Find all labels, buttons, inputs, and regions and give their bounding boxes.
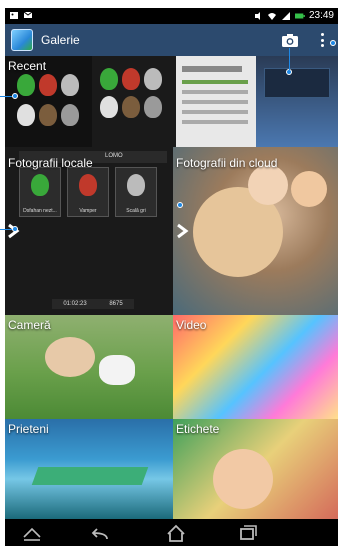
tile-label-recent: Recent (8, 59, 47, 73)
gallery-app-icon[interactable] (11, 29, 33, 51)
clock: 23:49 (308, 10, 334, 21)
wifi-icon (267, 12, 276, 20)
status-bar: 23:49 (5, 8, 338, 24)
tile-label-video: Video (176, 318, 207, 332)
tile-local-photos[interactable]: LOMO Dsfahan nezt... Vamper Scală gri 01… (5, 147, 173, 315)
person-face (291, 171, 327, 207)
thumb-card: Dsfahan nezt... (19, 167, 61, 217)
annotation-line (0, 96, 12, 97)
tile-label-friends: Prieteni (8, 422, 49, 436)
home-icon[interactable] (165, 523, 187, 543)
tile-label-tags: Etichete (176, 422, 220, 436)
thumb-card: Scală gri (115, 167, 157, 217)
tile-camera[interactable]: Cameră (5, 315, 173, 419)
battery-icon (294, 13, 305, 18)
chevron-right-icon (177, 223, 189, 239)
app-title: Galerie (41, 33, 80, 47)
navigation-bar (5, 519, 338, 546)
signal-icon (281, 11, 290, 20)
tile-friends[interactable]: Prieteni (5, 419, 173, 519)
video-duration: 01:02:23 (63, 301, 87, 307)
tile-label-local-photos: Fotografii locale (8, 156, 93, 170)
recent-apps-icon[interactable] (236, 523, 258, 543)
recent-screenshot-2 (92, 56, 176, 147)
puppy-photo (99, 355, 135, 385)
annotation-dot (12, 226, 18, 232)
tile-label-cloud-photos: Fotografii din cloud (176, 156, 278, 170)
camera-icon[interactable] (281, 31, 299, 49)
annotation-line (289, 48, 290, 70)
tile-cloud-photos[interactable]: Fotografii din cloud (173, 147, 338, 315)
photo-count: 8675 (109, 301, 123, 307)
mute-icon (254, 11, 260, 20)
local-counts: 01:02:23 8675 (52, 299, 134, 309)
recent-screenshot-4 (256, 56, 338, 147)
home-collapse-icon[interactable] (21, 523, 43, 543)
child-photo (45, 337, 95, 377)
annotation-line (0, 229, 12, 230)
more-vertical-icon[interactable] (317, 31, 327, 49)
mail-icon (23, 11, 33, 18)
local-thumbs: Dsfahan nezt... Vamper Scală gri (19, 167, 169, 217)
girl-photo (213, 449, 273, 509)
lomo-label: LOMO (105, 153, 123, 159)
back-icon[interactable] (91, 523, 113, 543)
tile-tags[interactable]: Etichete (173, 419, 338, 519)
annotation-dot (177, 202, 183, 208)
annotation-dot (330, 40, 336, 46)
pier-photo (31, 467, 149, 485)
person-face (248, 165, 288, 205)
tile-video[interactable]: Video (173, 315, 338, 419)
annotation-dot (12, 93, 18, 99)
tile-label-camera: Cameră (8, 318, 51, 332)
thumb-card: Vamper (67, 167, 109, 217)
recent-screenshot-3 (176, 56, 256, 147)
device-screen: 23:49 Galerie Recent LOMO Dsfahan nezt..… (5, 8, 338, 546)
image-icon (10, 12, 18, 19)
